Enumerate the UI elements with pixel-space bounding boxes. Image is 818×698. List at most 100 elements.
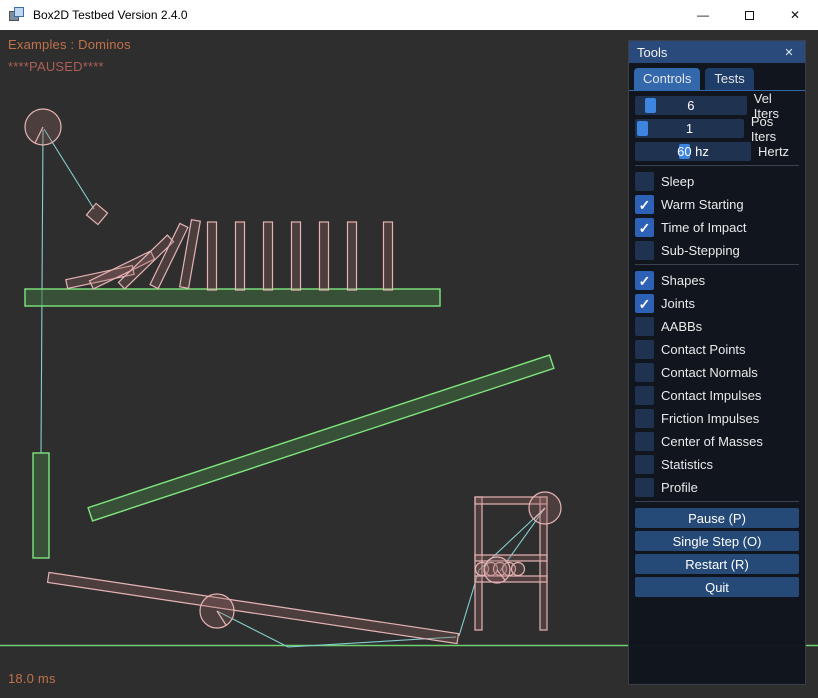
checkbox[interactable]: ✓ bbox=[635, 386, 654, 405]
single-step-button[interactable]: Single Step (O) bbox=[635, 531, 799, 551]
quit-button[interactable]: Quit bbox=[635, 577, 799, 597]
checkbox[interactable]: ✓ bbox=[635, 432, 654, 451]
vel-iters-slider[interactable]: 6 bbox=[635, 96, 747, 115]
checkbox[interactable]: ✓ bbox=[635, 172, 654, 191]
slider-value: 6 bbox=[635, 96, 747, 115]
domino-platform bbox=[25, 289, 440, 306]
checkbox-row-friction-impulses[interactable]: ✓ Friction Impulses bbox=[635, 409, 799, 428]
separator bbox=[635, 264, 799, 265]
check-icon: ✓ bbox=[639, 297, 651, 311]
checkbox-row-sleep[interactable]: ✓ Sleep bbox=[635, 172, 799, 191]
checkbox-row-contact-impulses[interactable]: ✓ Contact Impulses bbox=[635, 386, 799, 405]
tools-panel: Tools ✕ Controls Tests 6 Vel Iters 1 bbox=[628, 40, 806, 685]
checkbox-row-aabbs[interactable]: ✓ AABBs bbox=[635, 317, 799, 336]
seesaw-plank bbox=[48, 572, 459, 643]
separator bbox=[635, 501, 799, 502]
domino-standing bbox=[236, 222, 245, 290]
domino-standing bbox=[264, 222, 273, 290]
checkbox-label: Contact Points bbox=[661, 342, 746, 357]
check-icon: ✓ bbox=[639, 198, 651, 212]
checkbox-row-statistics[interactable]: ✓ Statistics bbox=[635, 455, 799, 474]
checkbox-label: Sleep bbox=[661, 174, 694, 189]
panel-close-icon[interactable]: ✕ bbox=[781, 44, 797, 60]
checkbox[interactable]: ✓ bbox=[635, 340, 654, 359]
tools-panel-titlebar[interactable]: Tools ✕ bbox=[629, 41, 805, 63]
checkbox-row-contact-points[interactable]: ✓ Contact Points bbox=[635, 340, 799, 359]
paused-label: ****PAUSED**** bbox=[8, 59, 104, 74]
frame-time-label: 18.0 ms bbox=[8, 671, 56, 686]
restart-button[interactable]: Restart (R) bbox=[635, 554, 799, 574]
checkbox-label: Contact Normals bbox=[661, 365, 758, 380]
checkbox-row-shapes[interactable]: ✓ Shapes bbox=[635, 271, 799, 290]
checkbox-row-sub-stepping[interactable]: ✓ Sub-Stepping bbox=[635, 241, 799, 260]
checkbox[interactable]: ✓ bbox=[635, 455, 654, 474]
close-icon: ✕ bbox=[790, 8, 800, 22]
checkbox-label: Warm Starting bbox=[661, 197, 744, 212]
check-icon: ✓ bbox=[639, 274, 651, 288]
check-icon: ✓ bbox=[639, 221, 651, 235]
checkbox-row-warm-starting[interactable]: ✓ Warm Starting bbox=[635, 195, 799, 214]
ball bbox=[512, 563, 525, 576]
dominos[interactable] bbox=[66, 220, 393, 290]
close-button[interactable]: ✕ bbox=[772, 0, 818, 30]
pendulum-bob bbox=[86, 203, 107, 224]
window-title: Box2D Testbed Version 2.4.0 bbox=[33, 8, 188, 22]
pause-button[interactable]: Pause (P) bbox=[635, 508, 799, 528]
checkbox[interactable]: ✓ bbox=[635, 218, 654, 237]
tools-panel-title: Tools bbox=[637, 45, 667, 60]
tab-bar: Controls Tests bbox=[629, 63, 805, 91]
checkbox-label: Friction Impulses bbox=[661, 411, 759, 426]
minimize-button[interactable]: — bbox=[680, 0, 726, 30]
checkbox[interactable]: ✓ bbox=[635, 271, 654, 290]
domino-standing bbox=[348, 222, 357, 290]
checkbox-label: AABBs bbox=[661, 319, 702, 334]
angled-plank bbox=[88, 355, 554, 521]
checkbox[interactable]: ✓ bbox=[635, 294, 654, 313]
window-titlebar[interactable]: Box2D Testbed Version 2.4.0 — ✕ bbox=[0, 0, 818, 30]
domino-standing bbox=[384, 222, 393, 290]
maximize-button[interactable] bbox=[726, 0, 772, 30]
checkbox-row-joints[interactable]: ✓ Joints bbox=[635, 294, 799, 313]
checkbox-label: Statistics bbox=[661, 457, 713, 472]
slider-value: 1 bbox=[635, 119, 744, 138]
app-icon bbox=[9, 7, 25, 23]
checkbox-label: Shapes bbox=[661, 273, 705, 288]
checkbox-row-profile[interactable]: ✓ Profile bbox=[635, 478, 799, 497]
checkbox[interactable]: ✓ bbox=[635, 363, 654, 382]
checkbox-label: Sub-Stepping bbox=[661, 243, 740, 258]
slider-value: 60 hz bbox=[635, 142, 751, 161]
pos-iters-slider[interactable]: 1 bbox=[635, 119, 744, 138]
checkbox-label: Center of Masses bbox=[661, 434, 763, 449]
maximize-icon bbox=[745, 11, 754, 20]
panel-content: 6 Vel Iters 1 Pos Iters 60 hz Hertz bbox=[629, 91, 805, 597]
slider-row-vel-iters: 6 Vel Iters bbox=[635, 96, 799, 115]
slider-label: Pos Iters bbox=[751, 114, 799, 144]
vertical-block bbox=[33, 453, 49, 558]
app-window: Box2D Testbed Version 2.4.0 — ✕ bbox=[0, 0, 818, 698]
pendulum[interactable] bbox=[25, 109, 108, 225]
hertz-slider[interactable]: 60 hz bbox=[635, 142, 751, 161]
checkbox-row-contact-normals[interactable]: ✓ Contact Normals bbox=[635, 363, 799, 382]
frame-bar-mid bbox=[475, 555, 547, 561]
example-label: Examples : Dominos bbox=[8, 37, 131, 52]
checkbox[interactable]: ✓ bbox=[635, 241, 654, 260]
checkbox[interactable]: ✓ bbox=[635, 317, 654, 336]
checkbox-row-time-of-impact[interactable]: ✓ Time of Impact bbox=[635, 218, 799, 237]
checkbox[interactable]: ✓ bbox=[635, 409, 654, 428]
slider-row-hertz: 60 hz Hertz bbox=[635, 142, 799, 161]
domino-standing bbox=[208, 222, 217, 290]
slider-row-pos-iters: 1 Pos Iters bbox=[635, 119, 799, 138]
checkbox-row-center-of-masses[interactable]: ✓ Center of Masses bbox=[635, 432, 799, 451]
checkbox-label: Profile bbox=[661, 480, 698, 495]
checkbox-label: Time of Impact bbox=[661, 220, 746, 235]
separator bbox=[635, 165, 799, 166]
checkbox-label: Contact Impulses bbox=[661, 388, 761, 403]
slider-label: Hertz bbox=[758, 144, 789, 159]
checkbox[interactable]: ✓ bbox=[635, 195, 654, 214]
tab-tests[interactable]: Tests bbox=[705, 68, 753, 90]
tab-controls[interactable]: Controls bbox=[634, 68, 700, 90]
checkbox[interactable]: ✓ bbox=[635, 478, 654, 497]
domino-standing bbox=[320, 222, 329, 290]
ball-frame[interactable] bbox=[475, 492, 561, 630]
seesaw[interactable] bbox=[48, 572, 459, 643]
